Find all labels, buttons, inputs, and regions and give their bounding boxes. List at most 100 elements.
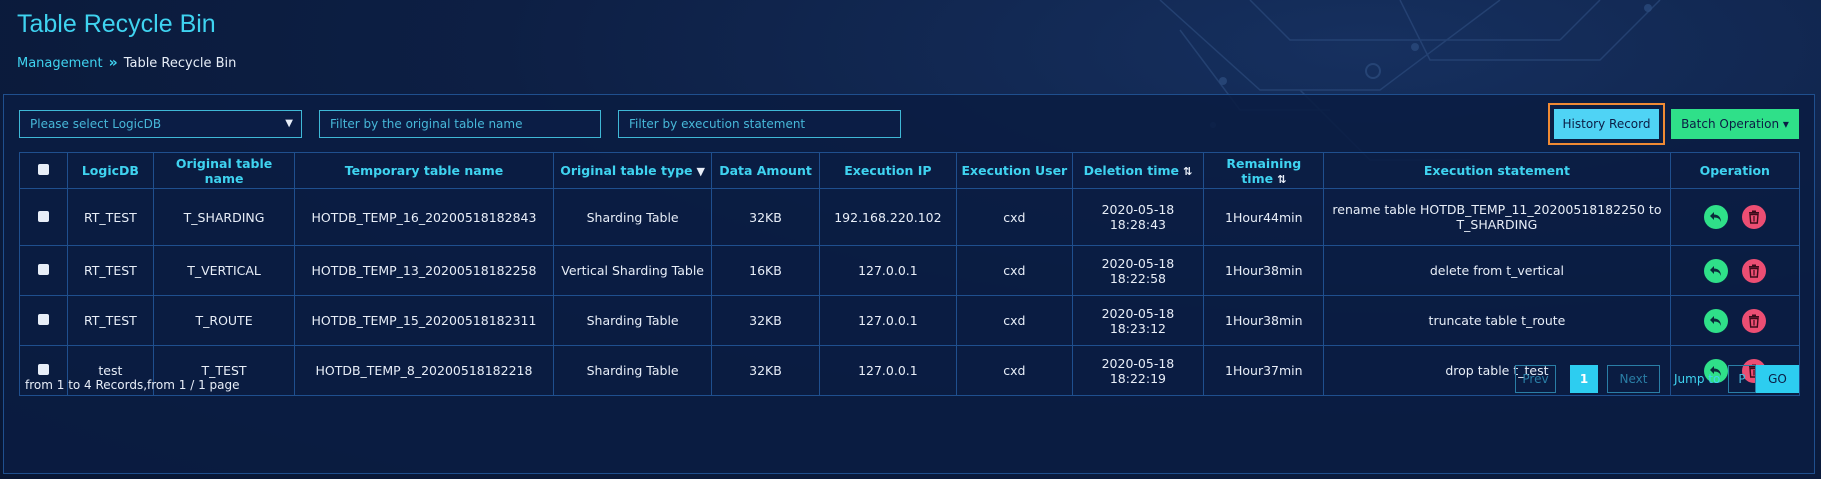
recycle-bin-table: LogicDB Original table name Temporary ta… xyxy=(19,152,1801,396)
restore-icon[interactable] xyxy=(1703,258,1728,283)
column-header-original-table: Original table name xyxy=(153,152,296,189)
cell-remaining-time: 1Hour38min xyxy=(1203,245,1325,296)
row-checkbox[interactable] xyxy=(37,264,49,275)
jump-page-input[interactable]: P xyxy=(1728,365,1756,393)
trash-icon[interactable] xyxy=(1741,258,1766,283)
table-row: RT_TEST T_ROUTE HOTDB_TEMP_15_2020051818… xyxy=(19,295,1801,346)
column-header-remaining-time[interactable]: Remaining time ⇅ xyxy=(1203,152,1325,189)
cell-logicdb: RT_TEST xyxy=(66,188,155,246)
cell-execution-ip: 127.0.0.1 xyxy=(818,295,958,346)
trash-icon[interactable] xyxy=(1741,308,1766,333)
cell-remaining-time: 1Hour37min xyxy=(1203,345,1325,396)
column-header-original-table-type-label: Original table type xyxy=(560,163,693,178)
cell-temporary-table: HOTDB_TEMP_8_20200518182218 xyxy=(294,345,554,396)
cell-original-table: T_VERTICAL xyxy=(153,245,296,296)
sort-icon[interactable]: ⇅ xyxy=(1183,165,1192,178)
go-button[interactable]: GO xyxy=(1756,365,1799,393)
table-row: RT_TEST T_VERTICAL HOTDB_TEMP_13_2020051… xyxy=(19,245,1801,296)
column-header-execution-statement: Execution statement xyxy=(1323,152,1671,189)
cell-remaining-time: 1Hour44min xyxy=(1203,188,1325,246)
restore-icon[interactable] xyxy=(1703,205,1728,229)
cell-deletion-time: 2020-05-18 18:22:19 xyxy=(1071,345,1205,396)
cell-data-amount: 32KB xyxy=(711,295,820,346)
cell-execution-user: cxd xyxy=(956,345,1073,396)
cell-original-table-type: Vertical Sharding Table xyxy=(552,245,713,296)
page-title: Table Recycle Bin xyxy=(17,10,216,38)
cell-execution-user: cxd xyxy=(956,245,1073,296)
deletion-clock: 18:28:43 xyxy=(1109,217,1166,232)
column-header-original-table-type[interactable]: Original table type ▼ xyxy=(552,152,713,189)
cell-deletion-time: 2020-05-18 18:22:58 xyxy=(1071,245,1205,296)
deletion-date: 2020-05-18 xyxy=(1101,202,1175,217)
caret-down-icon: ▼ xyxy=(285,118,293,129)
jump-to-label: Jump to xyxy=(1674,372,1721,386)
original-table-filter-input[interactable] xyxy=(319,110,601,138)
column-header-execution-user: Execution User xyxy=(956,152,1073,189)
breadcrumb-separator-icon: » xyxy=(108,55,118,71)
history-record-button[interactable]: History Record xyxy=(1554,109,1659,139)
select-all-checkbox[interactable] xyxy=(37,164,49,175)
column-header-deletion-time[interactable]: Deletion time ⇅ xyxy=(1071,152,1205,189)
cell-data-amount: 16KB xyxy=(711,245,820,296)
deletion-date: 2020-05-18 xyxy=(1101,255,1175,271)
next-page-button[interactable]: Next xyxy=(1607,365,1660,393)
column-header-data-amount: Data Amount xyxy=(711,152,820,189)
sort-icon[interactable]: ⇅ xyxy=(1277,173,1286,186)
recycle-bin-panel: Please select LogicDB ▼ History Record B… xyxy=(3,94,1815,474)
deletion-date: 2020-05-18 xyxy=(1101,305,1175,321)
column-header-operation: Operation xyxy=(1669,152,1801,189)
column-header-deletion-time-label: Deletion time xyxy=(1083,163,1180,178)
cell-temporary-table: HOTDB_TEMP_13_20200518182258 xyxy=(294,245,554,296)
row-checkbox-cell xyxy=(19,245,68,296)
cell-execution-user: cxd xyxy=(956,188,1073,246)
logicdb-select-value: Please select LogicDB xyxy=(30,117,162,131)
column-header-remaining-time-label: Remaining time xyxy=(1226,155,1302,186)
row-checkbox-cell xyxy=(19,188,68,246)
trash-icon[interactable] xyxy=(1741,205,1766,229)
cell-original-table: T_ROUTE xyxy=(153,295,296,346)
row-checkbox[interactable] xyxy=(37,314,49,325)
row-checkbox[interactable] xyxy=(37,210,49,222)
cell-execution-user: cxd xyxy=(956,295,1073,346)
execution-statement-filter-input[interactable] xyxy=(618,110,901,138)
prev-page-button[interactable]: Prev xyxy=(1515,365,1556,393)
cell-operation xyxy=(1669,245,1801,296)
cell-temporary-table: HOTDB_TEMP_16_20200518182843 xyxy=(294,188,554,246)
cell-execution-ip: 192.168.220.102 xyxy=(818,188,958,246)
cell-original-table-type: Sharding Table xyxy=(552,188,713,246)
restore-icon[interactable] xyxy=(1703,308,1728,333)
caret-down-icon: ▼ xyxy=(696,165,706,178)
breadcrumb: Management » Table Recycle Bin xyxy=(17,55,236,71)
cell-logicdb: RT_TEST xyxy=(66,295,155,346)
page-1-button[interactable]: 1 xyxy=(1570,365,1598,393)
cell-deletion-time: 2020-05-18 18:28:43 xyxy=(1071,188,1205,246)
cell-execution-ip: 127.0.0.1 xyxy=(818,345,958,396)
cell-data-amount: 32KB xyxy=(711,345,820,396)
cell-original-table: T_SHARDING xyxy=(153,188,296,246)
cell-execution-statement: rename table HOTDB_TEMP_11_2020051818225… xyxy=(1323,188,1671,246)
cell-operation xyxy=(1669,188,1801,246)
cell-remaining-time: 1Hour38min xyxy=(1203,295,1325,346)
row-checkbox-cell xyxy=(19,295,68,346)
table-row: RT_TEST T_SHARDING HOTDB_TEMP_16_2020051… xyxy=(19,188,1801,246)
records-summary: from 1 to 4 Records,from 1 / 1 page xyxy=(25,378,240,392)
cell-execution-ip: 127.0.0.1 xyxy=(818,245,958,296)
cell-execution-statement: truncate table t_route xyxy=(1323,295,1671,346)
row-checkbox[interactable] xyxy=(37,364,49,375)
breadcrumb-current: Table Recycle Bin xyxy=(123,55,237,71)
cell-logicdb: RT_TEST xyxy=(66,245,155,296)
deletion-date: 2020-05-18 xyxy=(1101,355,1175,371)
logicdb-select[interactable]: Please select LogicDB ▼ xyxy=(19,110,302,138)
breadcrumb-management-link[interactable]: Management xyxy=(17,56,103,71)
cell-original-table-type: Sharding Table xyxy=(552,345,713,396)
batch-operation-button[interactable]: Batch Operation ▾ xyxy=(1671,109,1799,139)
table-header-row: LogicDB Original table name Temporary ta… xyxy=(19,152,1801,189)
column-header-temporary-table: Temporary table name xyxy=(294,152,554,189)
deletion-clock: 18:22:58 xyxy=(1109,270,1166,286)
column-header-execution-ip: Execution IP xyxy=(818,152,958,189)
cell-deletion-time: 2020-05-18 18:23:12 xyxy=(1071,295,1205,346)
deletion-clock: 18:22:19 xyxy=(1109,370,1166,386)
cell-original-table-type: Sharding Table xyxy=(552,295,713,346)
select-all-cell xyxy=(19,152,68,189)
cell-operation xyxy=(1669,295,1801,346)
